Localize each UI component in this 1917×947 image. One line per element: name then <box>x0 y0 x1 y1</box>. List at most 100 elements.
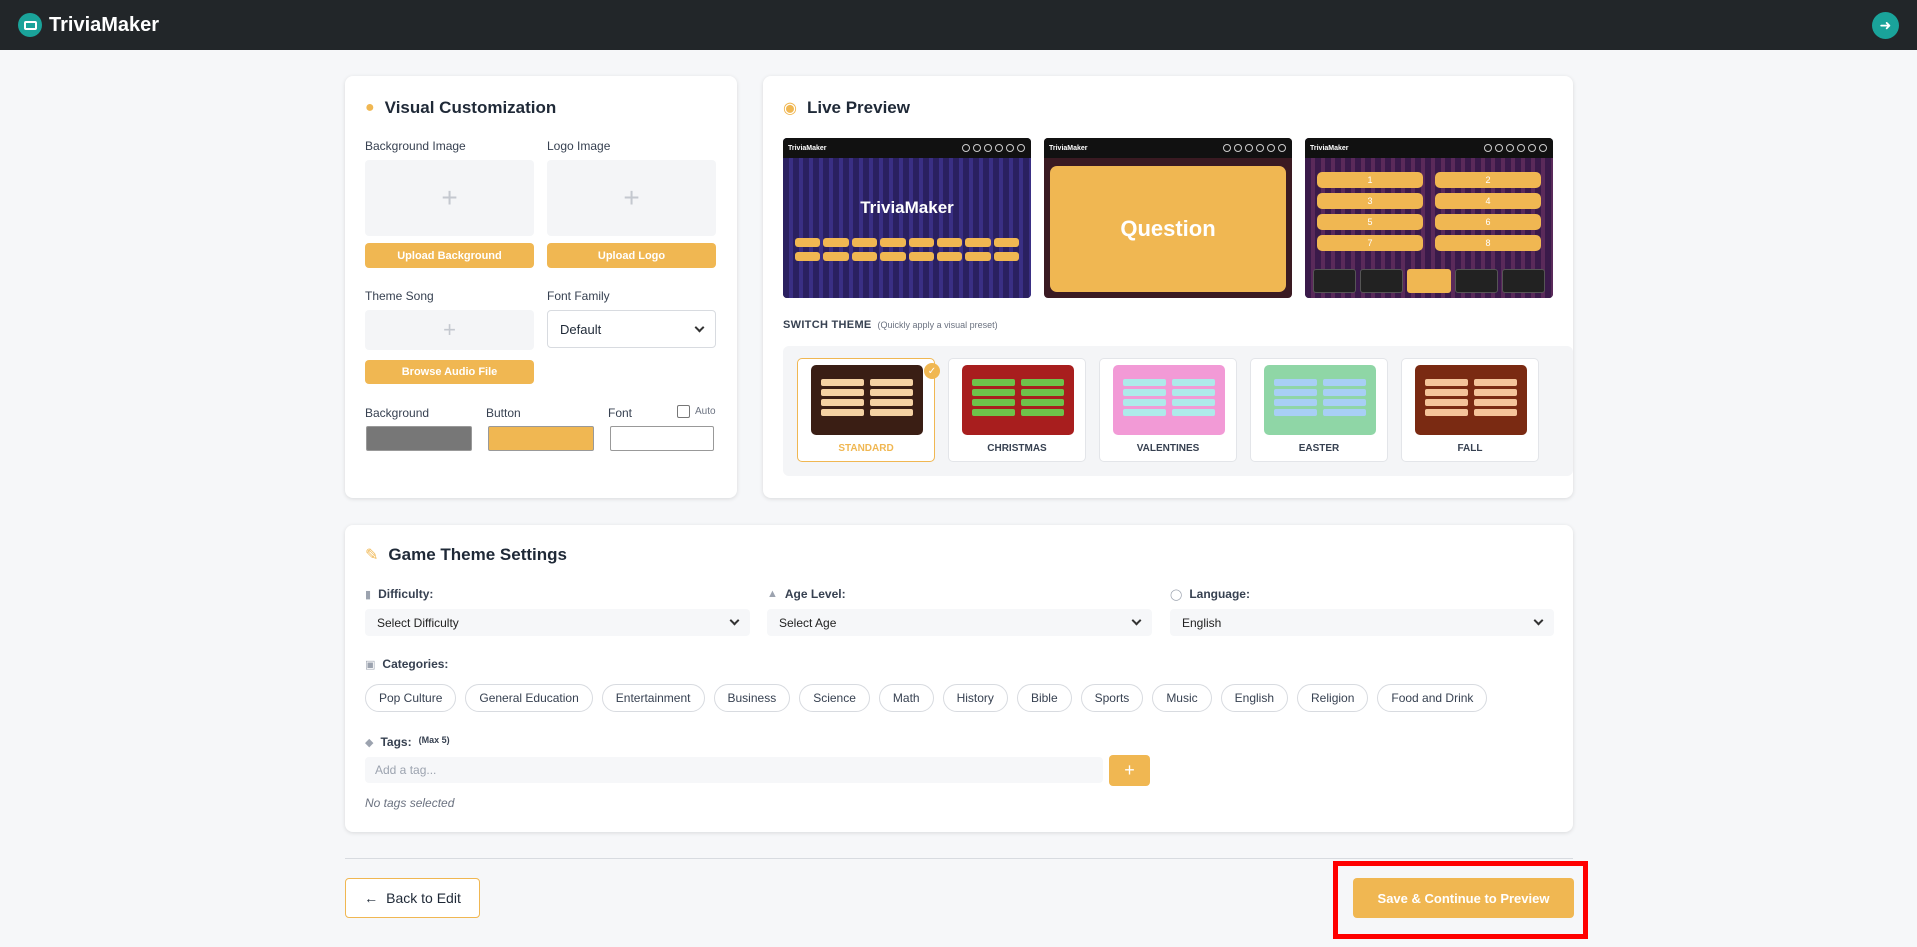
language-select[interactable]: English <box>1170 609 1554 636</box>
category-chip[interactable]: History <box>942 684 1008 712</box>
browse-audio-button[interactable]: Browse Audio File <box>365 360 534 384</box>
live-preview-card: ◉ Live Preview TriviaMaker TriviaMaker T… <box>763 76 1573 498</box>
age-level-label: ▲ Age Level: <box>767 587 846 601</box>
font-family-value: Default <box>560 321 602 337</box>
theme-thumbnail <box>1415 365 1527 435</box>
footer-divider <box>345 858 1573 859</box>
theme-easter[interactable]: EASTER <box>1250 358 1388 462</box>
globe-icon: ◯ <box>1170 588 1183 601</box>
palette-icon: ● <box>365 99 375 116</box>
tag-input[interactable]: Add a tag... <box>365 757 1103 783</box>
logo-image-dropzone[interactable]: + <box>547 160 716 236</box>
theme-song-label: Theme Song <box>365 289 434 303</box>
preview-toolbar-icons <box>1223 144 1286 152</box>
category-chip[interactable]: Math <box>878 684 934 712</box>
category-chip[interactable]: Pop Culture <box>365 684 457 712</box>
folder-icon: ▣ <box>365 658 376 671</box>
font-color-label: Font <box>608 406 633 420</box>
answer-tile: 3 <box>1317 193 1423 209</box>
background-color-swatch[interactable] <box>366 426 472 451</box>
theme-thumbnail <box>1113 365 1225 435</box>
category-chip[interactable]: Music <box>1152 684 1212 712</box>
theme-name: VALENTINES <box>1136 443 1200 454</box>
background-color-label: Background <box>365 406 430 420</box>
plus-icon: + <box>623 182 640 213</box>
theme-fall[interactable]: FALL <box>1401 358 1539 462</box>
top-bar: TriviaMaker ➜ <box>0 0 1917 50</box>
chevron-down-icon <box>1131 615 1142 626</box>
font-family-select[interactable]: Default <box>547 310 716 348</box>
button-color-swatch[interactable] <box>488 426 594 451</box>
brush-icon: ✎ <box>365 547 379 564</box>
answer-tile: 6 <box>1435 214 1541 230</box>
categories-label: ▣ Categories: <box>365 657 449 671</box>
tags-label: ◆ Tags: (Max 5) <box>365 735 450 749</box>
category-chip[interactable]: General Education <box>465 684 593 712</box>
check-icon: ✓ <box>924 363 940 379</box>
upload-logo-button[interactable]: Upload Logo <box>547 243 716 268</box>
difficulty-select[interactable]: Select Difficulty <box>365 609 750 636</box>
visual-customization-card: ● Visual Customization Background Image … <box>345 76 737 498</box>
theme-standard[interactable]: STANDARD ✓ <box>797 358 940 462</box>
category-chip[interactable]: Science <box>799 684 870 712</box>
arrow-left-icon: ← <box>364 890 379 906</box>
background-image-dropzone[interactable]: + <box>365 160 534 236</box>
theme-valentines[interactable]: VALENTINES <box>1099 358 1237 462</box>
back-to-edit-button[interactable]: ← Back to Edit <box>345 878 480 918</box>
category-chip[interactable]: Bible <box>1016 684 1072 712</box>
answer-tile: 2 <box>1435 172 1541 188</box>
chevron-down-icon <box>694 322 705 332</box>
plus-icon: + <box>443 317 456 342</box>
game-theme-settings-title: ✎ Game Theme Settings <box>365 545 567 564</box>
theme-thumbnail <box>811 365 923 435</box>
question-panel: Question <box>1050 166 1286 292</box>
monitor-icon <box>18 13 42 37</box>
button-color-label: Button <box>486 406 521 420</box>
category-chip[interactable]: Food and Drink <box>1377 684 1488 712</box>
game-theme-settings-card: ✎ Game Theme Settings ▮ Difficulty: Selec… <box>345 525 1573 832</box>
theme-name: FALL <box>1457 443 1483 454</box>
auto-label: Auto <box>695 406 716 417</box>
preview-question: TriviaMaker Question <box>1044 138 1292 298</box>
tag-icon: ◆ <box>365 736 374 749</box>
upload-background-button[interactable]: Upload Background <box>365 243 534 268</box>
preview-splash: TriviaMaker TriviaMaker <box>783 138 1031 298</box>
no-tags-text: No tags selected <box>365 796 455 810</box>
font-color-swatch[interactable] <box>610 426 714 451</box>
preview-toolbar-icons <box>962 144 1025 152</box>
age-level-select[interactable]: Select Age <box>767 609 1152 636</box>
switch-theme-label: SWITCH THEME (Quickly apply a visual pres… <box>783 319 998 331</box>
visual-customization-title: ● Visual Customization <box>365 98 557 117</box>
category-chip[interactable]: Business <box>713 684 791 712</box>
curtain-background <box>783 158 1031 298</box>
theme-song-dropzone[interactable]: + <box>365 310 534 350</box>
category-chip[interactable]: English <box>1220 684 1289 712</box>
team-score-row <box>1313 269 1546 293</box>
theme-christmas[interactable]: CHRISTMAS <box>948 358 1086 462</box>
app-logo[interactable]: TriviaMaker <box>18 13 159 37</box>
round-pills-row-1 <box>795 238 1019 247</box>
app-name: TriviaMaker <box>49 13 160 36</box>
theme-name: EASTER <box>1298 443 1340 454</box>
live-preview-title: ◉ Live Preview <box>783 98 910 117</box>
category-chip[interactable]: Sports <box>1080 684 1144 712</box>
answer-grid: 1 2 3 4 5 6 7 8 <box>1317 172 1541 251</box>
logout-icon[interactable]: ➜ <box>1872 12 1899 39</box>
font-family-label: Font Family <box>547 289 610 303</box>
auto-checkbox[interactable] <box>677 405 690 418</box>
category-chip[interactable]: Entertainment <box>601 684 705 712</box>
theme-name: STANDARD <box>838 443 894 454</box>
difficulty-label: ▮ Difficulty: <box>365 587 434 601</box>
theme-name: CHRISTMAS <box>987 443 1047 454</box>
theme-thumbnail <box>962 365 1074 435</box>
preview-big-logo: TriviaMaker <box>860 198 954 217</box>
answer-tile: 4 <box>1435 193 1541 209</box>
signal-icon: ▮ <box>365 588 372 601</box>
graduation-cap-icon: ▲ <box>767 588 778 600</box>
chevron-down-icon <box>729 615 740 626</box>
category-chip[interactable]: Religion <box>1297 684 1369 712</box>
answer-tile: 8 <box>1435 235 1541 251</box>
eye-icon: ◉ <box>783 100 797 117</box>
add-tag-button[interactable]: + <box>1109 755 1150 786</box>
answer-tile: 7 <box>1317 235 1423 251</box>
